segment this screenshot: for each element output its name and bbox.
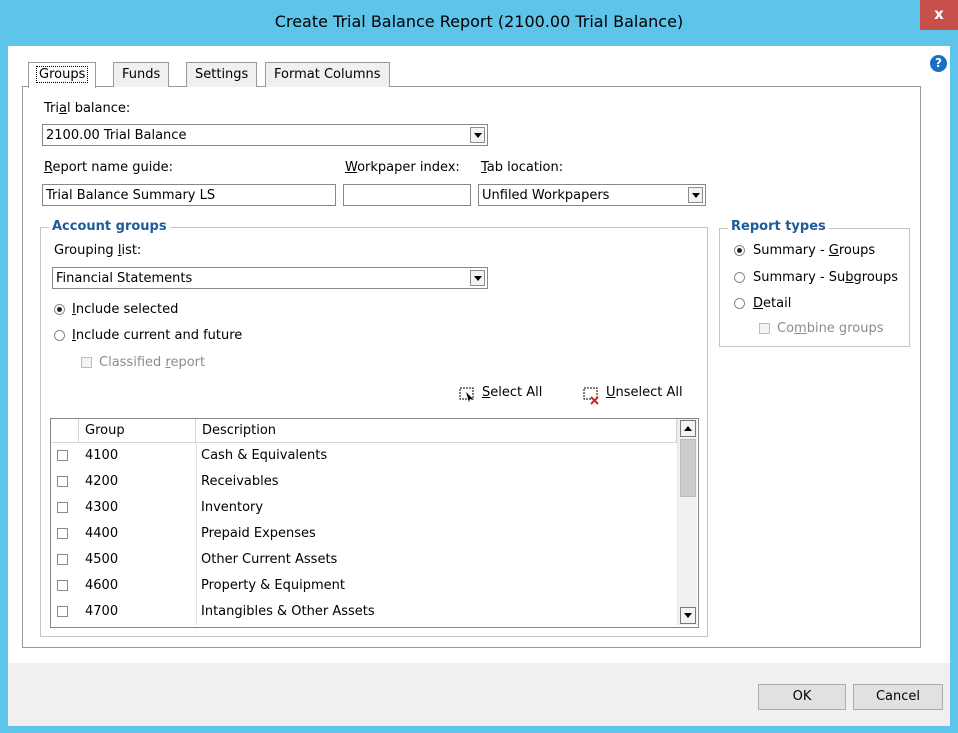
chevron-down-icon[interactable] <box>470 127 485 143</box>
select-all-icon <box>459 387 474 402</box>
tab-format-columns[interactable]: Format Columns <box>265 62 390 87</box>
unselect-all-icon <box>583 387 599 405</box>
groups-grid[interactable]: Group Description 4100 Cash & Equivalent… <box>50 418 699 628</box>
row-group: 4300 <box>85 500 119 515</box>
combine-groups-checkbox[interactable] <box>759 323 770 334</box>
table-row[interactable]: 4200 Receivables <box>51 469 677 495</box>
classified-report-checkbox[interactable] <box>81 357 92 368</box>
tab-location-label: Tab location: <box>481 160 564 175</box>
report-types-title: Report types <box>728 219 829 234</box>
chevron-down-icon[interactable] <box>688 187 703 203</box>
help-icon[interactable]: ? <box>930 55 947 72</box>
unselect-all-button[interactable]: Unselect All <box>583 384 693 405</box>
summary-subgroups-radio[interactable] <box>734 272 745 283</box>
trial-balance-label: Trial balance: <box>44 101 131 116</box>
summary-groups-label[interactable]: Summary - Groups <box>753 243 875 258</box>
grid-header-description[interactable]: Description <box>196 419 677 443</box>
grouping-list-select[interactable]: Financial Statements <box>52 267 488 289</box>
grouping-list-value: Financial Statements <box>56 271 193 286</box>
tab-format-columns-label: Format Columns <box>274 67 381 82</box>
tab-location-select[interactable]: Unfiled Workpapers <box>478 184 706 206</box>
row-group: 4200 <box>85 474 119 489</box>
row-description: Receivables <box>201 474 279 489</box>
include-current-future-radio[interactable] <box>54 330 65 341</box>
row-checkbox[interactable] <box>57 606 68 617</box>
title-bar[interactable]: Create Trial Balance Report (2100.00 Tri… <box>0 0 958 46</box>
grouping-list-label: Grouping list: <box>54 243 142 258</box>
chevron-down-icon[interactable] <box>470 270 485 286</box>
summary-subgroups-label[interactable]: Summary - Subgroups <box>753 270 898 285</box>
report-name-field[interactable]: Trial Balance Summary LS <box>42 184 336 206</box>
row-checkbox[interactable] <box>57 528 68 539</box>
tab-funds-label: Funds <box>122 67 161 82</box>
row-checkbox[interactable] <box>57 580 68 591</box>
table-row[interactable]: 4300 Inventory <box>51 495 677 521</box>
workpaper-index-field[interactable] <box>343 184 471 206</box>
row-group: 4100 <box>85 448 119 463</box>
select-all-label: Select All <box>482 385 543 400</box>
table-row[interactable]: 4100 Cash & Equivalents <box>51 443 677 469</box>
tab-funds[interactable]: Funds <box>113 62 170 87</box>
row-group: 4700 <box>85 604 119 619</box>
table-row[interactable]: 4700 Intangibles & Other Assets <box>51 599 677 625</box>
row-group: 4500 <box>85 552 119 567</box>
include-selected-radio[interactable] <box>54 304 65 315</box>
include-current-future-label[interactable]: Include current and future <box>72 328 242 343</box>
tab-groups-label: Groups <box>35 66 89 83</box>
workpaper-index-label: Workpaper index: <box>345 160 460 175</box>
summary-groups-radio[interactable] <box>734 245 745 256</box>
tab-groups[interactable]: Groups <box>28 62 97 88</box>
row-checkbox[interactable] <box>57 450 68 461</box>
unselect-all-label: Unselect All <box>606 385 683 400</box>
grid-header-check <box>51 419 79 443</box>
trial-balance-select[interactable]: 2100.00 Trial Balance <box>42 124 488 146</box>
detail-radio[interactable] <box>734 298 745 309</box>
cancel-button[interactable]: Cancel <box>853 684 943 710</box>
grid-header-group[interactable]: Group <box>79 419 196 443</box>
tab-location-value: Unfiled Workpapers <box>482 188 610 203</box>
scroll-down-icon[interactable] <box>680 607 696 624</box>
table-row[interactable]: 4500 Other Current Assets <box>51 547 677 573</box>
row-checkbox[interactable] <box>57 476 68 487</box>
classified-report-label: Classified report <box>99 355 206 370</box>
tab-settings[interactable]: Settings <box>186 62 258 87</box>
row-group: 4400 <box>85 526 119 541</box>
row-description: Intangibles & Other Assets <box>201 604 375 619</box>
report-name-label: Report name guide: <box>44 160 173 175</box>
tab-settings-label: Settings <box>195 67 249 82</box>
row-checkbox[interactable] <box>57 554 68 565</box>
combine-groups-label: Combine groups <box>777 321 884 336</box>
row-description: Other Current Assets <box>201 552 338 567</box>
window-title: Create Trial Balance Report (2100.00 Tri… <box>274 12 684 31</box>
row-description: Property & Equipment <box>201 578 345 593</box>
trial-balance-value: 2100.00 Trial Balance <box>46 128 187 143</box>
row-description: Prepaid Expenses <box>201 526 316 541</box>
row-description: Cash & Equivalents <box>201 448 328 463</box>
table-row[interactable]: 4600 Property & Equipment <box>51 573 677 599</box>
grid-rows: 4100 Cash & Equivalents 4200 Receivables… <box>51 443 677 625</box>
table-row[interactable]: 4400 Prepaid Expenses <box>51 521 677 547</box>
include-selected-label[interactable]: Include selected <box>72 302 178 317</box>
account-groups-title: Account groups <box>49 219 170 234</box>
row-checkbox[interactable] <box>57 502 68 513</box>
ok-button[interactable]: OK <box>758 684 846 710</box>
grid-scrollbar[interactable] <box>677 419 697 625</box>
row-group: 4600 <box>85 578 119 593</box>
scroll-thumb[interactable] <box>680 439 696 497</box>
row-description: Inventory <box>201 500 264 515</box>
scroll-up-icon[interactable] <box>680 420 696 437</box>
close-icon[interactable]: x <box>920 0 958 30</box>
detail-label[interactable]: Detail <box>753 296 791 311</box>
